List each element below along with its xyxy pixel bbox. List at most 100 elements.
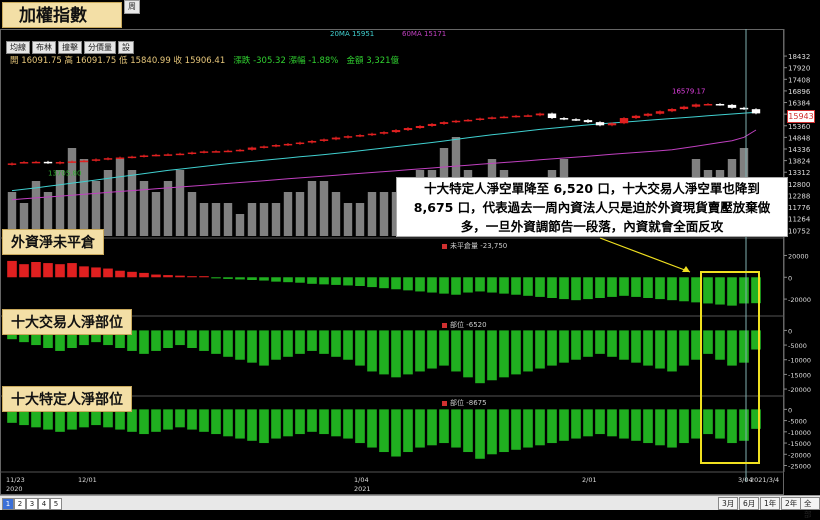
bar-mark — [655, 277, 665, 300]
bar-mark — [235, 277, 245, 280]
candle-body — [571, 119, 581, 121]
candle-body — [115, 157, 125, 160]
y-tick-label: 11264 — [788, 216, 811, 224]
y-tick-label: -25000 — [788, 463, 811, 471]
top-tab[interactable]: 周 — [124, 0, 140, 14]
y-tick-label: 11776 — [788, 204, 811, 212]
candle-body — [559, 118, 569, 120]
candle-body — [751, 109, 761, 114]
candle-body — [31, 161, 41, 164]
bar-mark — [535, 330, 545, 369]
bar-mark — [211, 330, 221, 354]
bar-mark — [679, 409, 689, 444]
volume-bar — [91, 181, 101, 236]
bar-mark — [307, 330, 317, 351]
page-5[interactable]: 5 — [50, 498, 62, 510]
bar-mark — [439, 330, 449, 366]
bar-mark — [607, 330, 617, 357]
bar-mark — [223, 330, 233, 357]
bar-mark — [307, 409, 317, 432]
candle-body — [451, 120, 461, 123]
candle-body — [247, 147, 257, 150]
y-tick-label: -10000 — [788, 357, 811, 365]
bar-mark — [127, 409, 137, 432]
bar-mark — [19, 264, 29, 278]
bar-mark — [139, 330, 149, 354]
pct-label: 漲幅 — [288, 56, 306, 66]
range-6m[interactable]: 6月 — [739, 497, 760, 510]
bar-mark — [667, 330, 677, 372]
highlight-box — [700, 271, 760, 464]
bollinger-button[interactable]: 布林 — [32, 41, 56, 54]
candle-body — [319, 139, 329, 141]
page-1[interactable]: 1 — [2, 498, 14, 510]
bar-mark — [499, 277, 509, 294]
bar-mark — [283, 409, 293, 437]
candle-body — [487, 117, 497, 119]
bar-mark — [403, 277, 413, 291]
y-tick-label: -5000 — [788, 418, 807, 426]
bar-mark — [559, 330, 569, 363]
settings-button[interactable]: 設 — [118, 41, 134, 54]
candle-body — [271, 145, 281, 147]
y-tick-label: 13312 — [788, 169, 810, 177]
impact-button[interactable]: 撞擊 — [58, 41, 82, 54]
y-tick-label: -20000 — [788, 386, 811, 394]
y-tick-label: 17408 — [788, 76, 810, 84]
bar-mark — [283, 330, 293, 357]
bar-mark — [199, 276, 209, 278]
y-tick-label: 0 — [788, 327, 792, 335]
ma-button[interactable]: 均線 — [6, 41, 30, 54]
bar-mark — [163, 409, 173, 430]
bar-mark — [235, 330, 245, 360]
bar-mark — [547, 277, 557, 298]
bar-mark — [319, 409, 329, 435]
volume-bar — [247, 203, 257, 236]
low-label: 13705.80 — [48, 169, 81, 177]
candle-body — [55, 162, 65, 164]
top10-special-header-text: 部位 -8675 — [450, 399, 487, 407]
candle-body — [547, 113, 557, 119]
range-2y[interactable]: 2年 — [781, 497, 802, 510]
range-1y[interactable]: 1年 — [760, 497, 781, 510]
bar-mark — [7, 260, 17, 278]
bar-mark — [499, 330, 509, 378]
bar-mark — [295, 277, 305, 283]
foreign-oi-header-text: 未平倉量 -23,750 — [450, 242, 508, 250]
bar-mark — [607, 277, 617, 297]
bar-mark — [247, 409, 257, 441]
candle-body — [523, 115, 533, 117]
candle-body — [211, 151, 221, 153]
bar-mark — [367, 330, 377, 372]
bar-mark — [415, 330, 425, 372]
bar-mark — [307, 277, 317, 284]
y-tick-label: 20000 — [788, 252, 809, 260]
page-3[interactable]: 3 — [26, 498, 38, 510]
volume-bar — [163, 181, 173, 236]
volume-bar — [223, 203, 233, 236]
range-all[interactable]: 全部 — [800, 497, 820, 519]
page-4[interactable]: 4 — [38, 498, 50, 510]
bar-mark — [487, 330, 497, 381]
x-tick-label: 1/04 — [354, 476, 369, 484]
bar-mark — [139, 409, 149, 435]
bar-mark — [655, 409, 665, 446]
candle-body — [235, 149, 245, 152]
bar-mark — [67, 263, 77, 278]
top10-special-label: 十大特定人淨部位 — [2, 386, 132, 412]
volume-bar — [259, 203, 269, 236]
candle-body — [415, 125, 425, 129]
bar-mark — [535, 409, 545, 446]
top10-trader-label: 十大交易人淨部位 — [2, 309, 132, 335]
bar-mark — [199, 409, 209, 432]
page-2[interactable]: 2 — [14, 498, 26, 510]
candle-body — [19, 162, 29, 164]
bar-mark — [595, 409, 605, 435]
volume-profile-button[interactable]: 分價量 — [84, 41, 116, 54]
range-3m[interactable]: 3月 — [718, 497, 739, 510]
bar-mark — [415, 409, 425, 448]
bar-mark — [583, 409, 593, 437]
bar-mark — [427, 277, 437, 293]
bar-mark — [199, 330, 209, 351]
bar-mark — [331, 277, 341, 285]
